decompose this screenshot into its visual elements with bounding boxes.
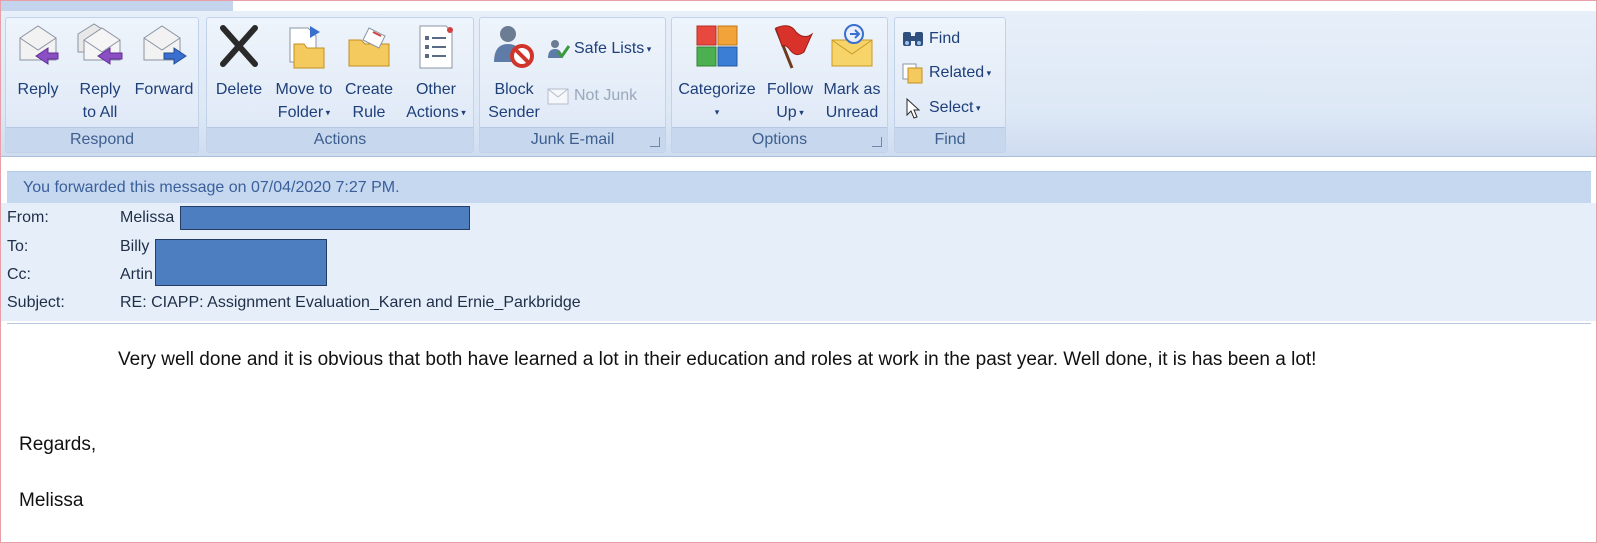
chevron-down-icon: ▾ <box>973 103 981 113</box>
create-rule-label-2: Rule <box>352 104 386 121</box>
respond-group: Reply Reply to All Forward Respond <box>5 17 199 153</box>
forward-icon <box>140 22 188 72</box>
actions-group-label: Actions <box>207 127 473 152</box>
reply-all-label-1: Reply <box>79 81 121 98</box>
create-rule-button[interactable]: Create Rule <box>341 22 397 124</box>
from-label: From: <box>7 209 49 226</box>
subject-label: Subject: <box>7 294 65 311</box>
not-junk-label: Not Junk <box>574 87 638 104</box>
mark-as-unread-label-2: Unread <box>825 104 879 121</box>
forward-button[interactable]: Forward <box>132 22 196 101</box>
select-button[interactable]: Select ▾ <box>901 95 981 121</box>
create-rule-label-1: Create <box>344 81 394 98</box>
cursor-icon <box>901 97 925 119</box>
find-button[interactable]: Find <box>901 26 960 52</box>
safe-lists-icon <box>546 38 571 60</box>
redaction-box <box>180 206 470 230</box>
options-group-label: Options <box>672 127 887 152</box>
to-value[interactable]: Billy <box>120 238 149 256</box>
reply-button[interactable]: Reply <box>10 22 66 101</box>
chevron-down-icon: ▾ <box>323 107 331 118</box>
junk-email-group: Block Sender Safe Lists ▾ Not Junk Junk … <box>479 17 666 153</box>
categorize-label: Categorize <box>678 81 756 98</box>
move-to-folder-label-2: Folder ▾ <box>277 104 331 121</box>
not-junk-icon <box>546 85 570 107</box>
chevron-down-icon: ▾ <box>984 68 992 78</box>
delete-label: Delete <box>215 81 263 98</box>
info-bar[interactable]: You forwarded this message on 07/04/2020… <box>7 171 1591 203</box>
mark-as-unread-icon <box>828 22 876 72</box>
move-to-folder-icon <box>280 22 328 72</box>
select-label: Select <box>929 99 974 117</box>
related-button[interactable]: Related ▾ <box>901 60 991 86</box>
categorize-icon <box>693 22 741 72</box>
message-body[interactable]: Very well done and it is obvious that bo… <box>7 323 1591 542</box>
delete-icon <box>215 22 263 72</box>
block-sender-icon <box>490 22 538 72</box>
other-actions-label-2: Actions ▾ <box>406 104 466 121</box>
binoculars-icon <box>901 28 925 50</box>
chevron-down-icon: ▾ <box>458 107 466 118</box>
from-value[interactable]: Melissa <box>120 209 174 227</box>
find-label: Find <box>929 30 961 47</box>
cc-label: Cc: <box>7 266 31 283</box>
move-to-folder-button[interactable]: Move to Folder ▾ <box>271 22 337 124</box>
options-dialog-launcher-icon[interactable] <box>872 137 882 147</box>
respond-group-label: Respond <box>6 127 198 152</box>
chevron-down-icon: ▾ <box>796 107 804 118</box>
chevron-down-icon: ▾ <box>644 44 652 54</box>
categorize-button[interactable]: Categorize ▾ <box>674 22 760 124</box>
block-sender-button[interactable]: Block Sender <box>484 22 544 124</box>
mark-as-unread-button[interactable]: Mark as Unread <box>820 22 884 124</box>
reply-all-button[interactable]: Reply to All <box>72 22 128 124</box>
follow-up-label-2: Up ▾ <box>776 104 804 121</box>
chevron-down-icon: ▾ <box>714 107 720 117</box>
junk-email-group-label: Junk E-mail <box>480 127 665 152</box>
other-actions-button[interactable]: Other Actions ▾ <box>401 22 471 124</box>
reply-icon <box>14 22 62 72</box>
redaction-box <box>155 239 327 286</box>
subject-value: RE: CIAPP: Assignment Evaluation_Karen a… <box>120 294 581 311</box>
related-icon <box>901 62 925 84</box>
block-sender-label-1: Block <box>494 81 534 98</box>
follow-up-button[interactable]: Follow Up ▾ <box>762 22 818 124</box>
other-actions-label-1: Other <box>415 81 456 98</box>
related-label: Related <box>929 64 985 82</box>
not-junk-button[interactable]: Not Junk <box>546 83 637 109</box>
find-group-label: Find <box>895 127 1005 152</box>
reply-all-label-2: to All <box>82 104 118 121</box>
safe-lists-label: Safe Lists <box>574 40 645 58</box>
move-to-folder-label-1: Move to <box>275 81 333 98</box>
window-tab-strip <box>1 1 233 11</box>
flag-icon <box>766 22 814 72</box>
delete-button[interactable]: Delete <box>211 22 267 101</box>
cc-value[interactable]: Artin <box>120 266 153 284</box>
reply-label: Reply <box>17 81 59 98</box>
other-actions-icon <box>412 22 460 72</box>
safe-lists-button[interactable]: Safe Lists ▾ <box>546 36 651 62</box>
create-rule-icon <box>345 22 393 72</box>
options-group: Categorize ▾ Follow Up ▾ Mark as Unread … <box>671 17 888 153</box>
message-header: From: Melissa To: Billy Cc: Artin Subjec… <box>1 203 1596 321</box>
mark-as-unread-label-1: Mark as <box>823 81 881 98</box>
actions-group: Delete Move to Folder ▾ Create Rule Othe… <box>206 17 474 153</box>
body-signature: Melissa <box>19 490 84 511</box>
junk-email-dialog-launcher-icon[interactable] <box>650 137 660 147</box>
ribbon: Reply Reply to All Forward Respond Delet… <box>1 11 1596 157</box>
body-paragraph: Very well done and it is obvious that bo… <box>118 349 1317 370</box>
forward-label: Forward <box>134 81 194 98</box>
email-window: Reply Reply to All Forward Respond Delet… <box>0 0 1597 543</box>
body-closing: Regards, <box>19 434 97 455</box>
reply-all-icon <box>76 22 124 72</box>
follow-up-label-1: Follow <box>766 81 814 98</box>
find-group: Find Related ▾ Select ▾ Find <box>894 17 1006 153</box>
block-sender-label-2: Sender <box>488 104 540 121</box>
to-label: To: <box>7 238 29 255</box>
